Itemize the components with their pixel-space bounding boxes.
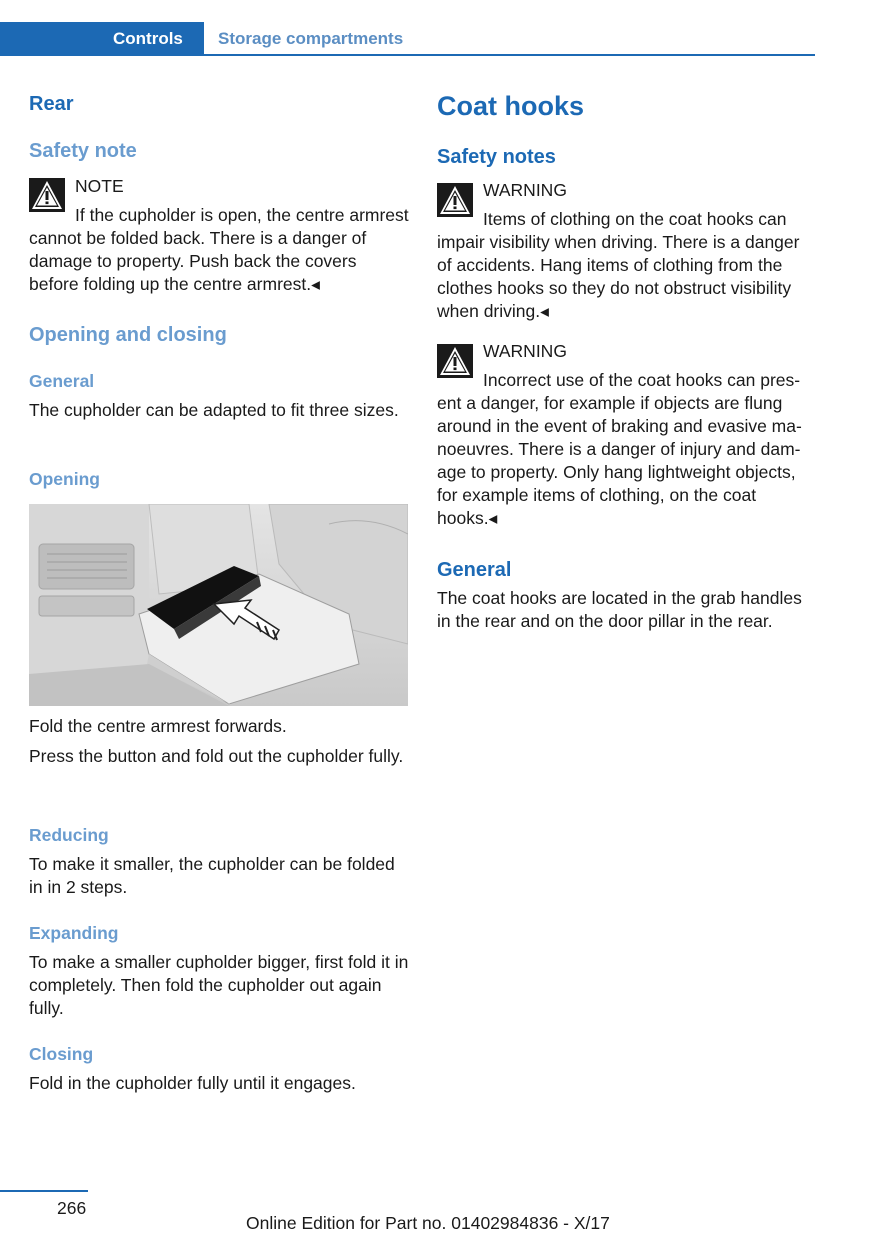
header-section-title: Storage compartments [218, 29, 404, 48]
note-text: If the cupholder is open, the centre arm… [29, 205, 409, 294]
expanding-subheading: Expanding [29, 923, 119, 943]
edition-text: Online Edition for Part no. 01402984836 … [246, 1213, 610, 1233]
closing-subheading: Closing [29, 1044, 94, 1064]
cupholder-illustration [29, 504, 408, 706]
reducing-text: To make it smaller, the cupholder can be… [29, 854, 395, 897]
warning-2-text: Incorrect use of the coat hooks can pres… [437, 370, 802, 528]
step-2-text: Press the button and fold out the cuphol… [29, 746, 404, 766]
footer-rule [0, 1190, 88, 1192]
warning-1-label: WARNING [483, 180, 567, 200]
expanding-text: To make a smaller cupholder bigger, firs… [29, 952, 409, 1018]
general-subheading: General [29, 371, 95, 391]
page-number: 266 [57, 1198, 87, 1218]
safety-note-heading: Safety note [29, 140, 137, 162]
general-text: The cupholder can be adapted to fit thre… [29, 400, 399, 420]
coat-hooks-heading: Coat hooks [437, 91, 585, 121]
step-1-text: Fold the centre armrest forwards. [29, 716, 287, 736]
rear-heading: Rear [29, 93, 74, 115]
header-chapter-tab: Controls [0, 22, 204, 56]
general-heading-right: General [437, 559, 512, 581]
safety-notes-heading: Safety notes [437, 146, 556, 168]
opening-closing-heading: Opening and closing [29, 324, 227, 346]
warning-1-text: Items of clothing on the coat hooks can … [437, 209, 800, 321]
closing-text: Fold in the cupholder fully until it eng… [29, 1073, 356, 1093]
opening-subheading: Opening [29, 469, 100, 489]
reducing-subheading: Reducing [29, 825, 109, 845]
header-rule [204, 54, 815, 56]
warning-2-label: WARNING [483, 341, 567, 361]
general-text-right: The coat hooks are located in the grab h… [437, 588, 802, 631]
note-label: NOTE [75, 176, 124, 196]
